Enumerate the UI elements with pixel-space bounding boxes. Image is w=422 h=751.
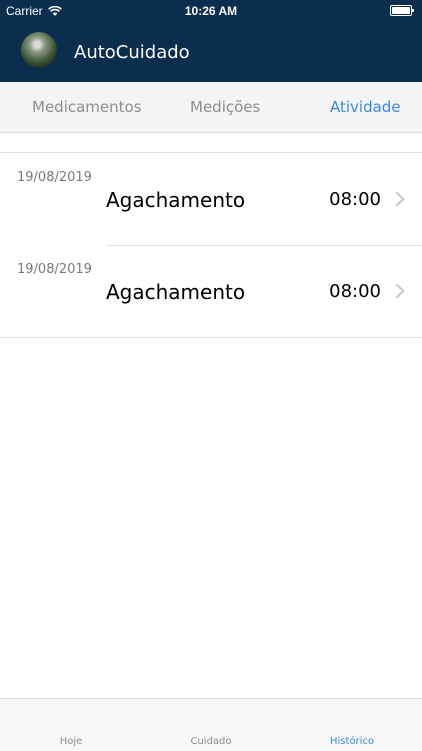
item-title: Agachamento [106, 188, 246, 212]
nav-header: AutoCuidado [0, 22, 422, 82]
chevron-right-icon [396, 284, 405, 298]
status-bar: Carrier 10:26 AM [0, 0, 422, 22]
item-date: 19/08/2019 [17, 170, 92, 185]
history-list: 19/08/2019 Agachamento 08:00 19/08/2019 … [0, 152, 422, 338]
item-date: 19/08/2019 [17, 262, 92, 277]
battery-icon [390, 5, 414, 16]
segment-tabs: Medicamentos Medições Atividade [0, 82, 422, 133]
app-title: AutoCuidado [74, 42, 190, 63]
tab-medicamentos[interactable]: Medicamentos [32, 98, 142, 116]
tabbar-item-historico[interactable]: Histórico [312, 736, 392, 747]
item-title: Agachamento [106, 280, 246, 304]
tabbar-item-hoje[interactable]: Hoje [31, 736, 111, 747]
tabbar-item-cuidado[interactable]: Cuidado [171, 736, 251, 747]
chevron-right-icon [396, 192, 405, 206]
status-time: 10:26 AM [184, 4, 238, 18]
item-time: 08:00 [329, 189, 381, 210]
tab-atividade[interactable]: Atividade [330, 98, 401, 116]
tab-medicoes[interactable]: Medições [190, 98, 260, 116]
list-item[interactable]: 19/08/2019 Agachamento 08:00 [0, 245, 422, 337]
avatar[interactable] [21, 32, 57, 68]
tab-bar: Hoje Cuidado Histórico [0, 698, 422, 751]
list-item[interactable]: 19/08/2019 Agachamento 08:00 [0, 153, 422, 245]
item-time: 08:00 [329, 281, 381, 302]
